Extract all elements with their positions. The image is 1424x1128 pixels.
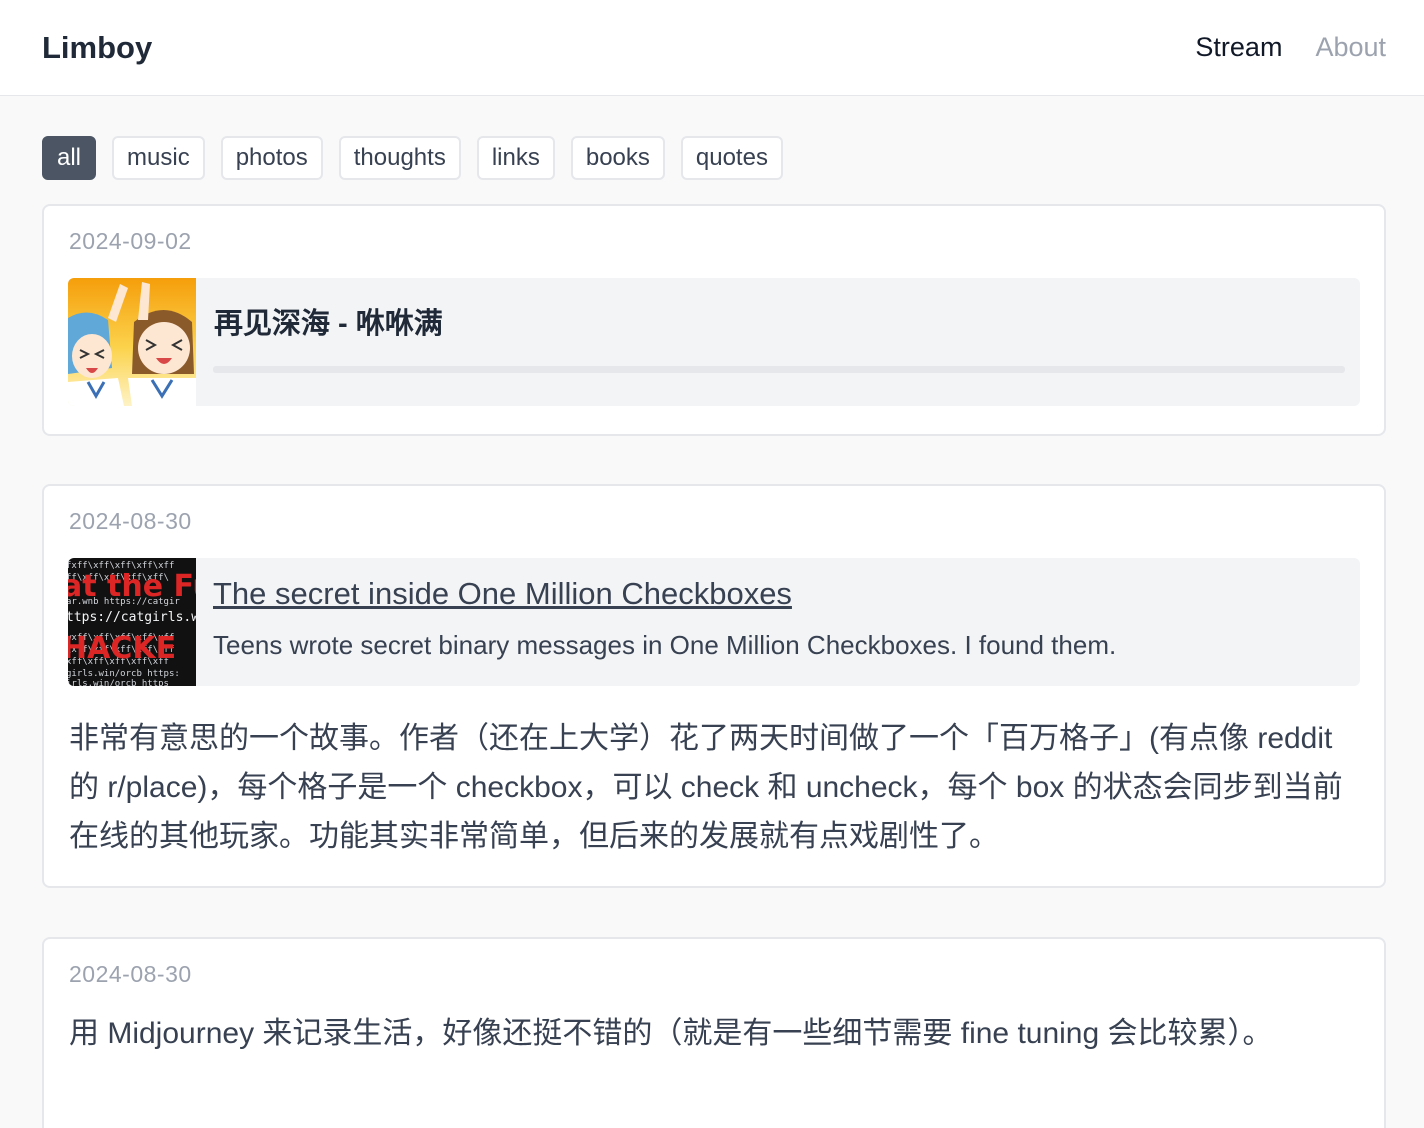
nav-about[interactable]: About (1315, 32, 1386, 63)
link-description: Teens wrote secret binary messages in On… (213, 630, 1117, 660)
site-header: Limboy Stream About (0, 0, 1424, 96)
category-filter: all music photos thoughts links books qu… (42, 136, 783, 180)
post-date: 2024-09-02 (69, 228, 192, 254)
post-card-thought: 2024-08-30 用 Midjourney 来记录生活，好像还挺不错的（就是… (42, 937, 1386, 1128)
post-date: 2024-08-30 (69, 508, 192, 534)
site-logo[interactable]: Limboy (42, 30, 152, 66)
svg-text:ttps://catgirls.wi: ttps://catgirls.wi (68, 610, 196, 625)
tag-photos[interactable]: photos (220, 136, 323, 180)
post-card-link: 2024-08-30 fxff\xff\xff\xff\xff ff\xff\x… (42, 484, 1386, 888)
post-body: 用 Midjourney 来记录生活，好像还挺不错的（就是有一些细节需要 fin… (69, 1017, 1273, 1050)
link-title[interactable]: The secret inside One Million Checkboxes (213, 576, 792, 612)
post-date: 2024-08-30 (69, 961, 192, 987)
music-title: 再见深海 - 咻咻满 (214, 308, 443, 340)
album-cover-icon (68, 278, 196, 406)
tag-thoughts[interactable]: thoughts (338, 136, 461, 180)
main-nav: Stream About (1195, 32, 1386, 63)
tag-links[interactable]: links (476, 136, 555, 180)
svg-text:girls.win/orcb https:: girls.win/orcb https: (68, 669, 180, 679)
tag-quotes[interactable]: quotes (680, 136, 783, 180)
svg-text:irls.win/orcb https: irls.win/orcb https (68, 679, 169, 686)
post-body: 非常有意思的一个故事。作者（还在上大学）花了两天时间做了一个「百万格子」(有点像… (69, 722, 1343, 853)
link-preview[interactable]: fxff\xff\xff\xff\xff ff\xff\xff\xff\xff\… (68, 558, 1360, 686)
nav-stream[interactable]: Stream (1195, 32, 1282, 63)
tag-all[interactable]: all (42, 136, 97, 180)
music-progress-bar[interactable] (213, 366, 1345, 373)
svg-text:HACKE: HACKE (68, 631, 176, 666)
tag-music[interactable]: music (112, 136, 205, 180)
tag-books[interactable]: books (570, 136, 665, 180)
music-player: 再见深海 - 咻咻满 (68, 278, 1360, 406)
post-card-music: 2024-09-02 再见深海 - 咻咻满 (42, 204, 1386, 436)
link-thumbnail-icon: fxff\xff\xff\xff\xff ff\xff\xff\xff\xff\… (68, 558, 196, 686)
svg-text:at the Fuck: at the Fuck (68, 569, 196, 604)
